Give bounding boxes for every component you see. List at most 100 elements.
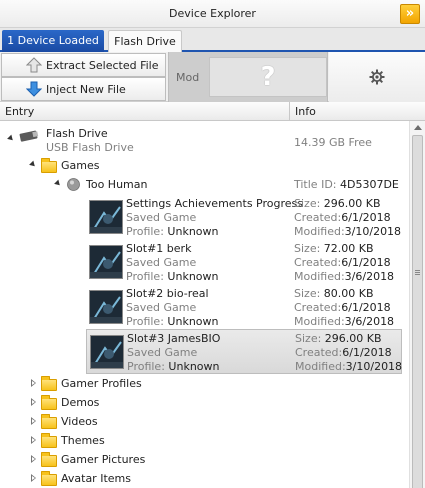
vertical-scrollbar[interactable]: [409, 121, 425, 488]
tree-node-game[interactable]: Too Human Title ID: 4D5307DE: [0, 175, 409, 194]
extract-label: Extract Selected File: [46, 59, 159, 72]
grip-line: [415, 274, 420, 275]
modified-label: Modified:: [294, 270, 345, 283]
folder-label: Gamer Profiles: [61, 377, 142, 390]
save-item[interactable]: Settings Achievements Progress Saved Gam…: [86, 195, 402, 240]
save-name: Slot#1 berk: [126, 242, 192, 255]
extract-selected-file-button[interactable]: Extract Selected File: [1, 53, 166, 77]
save-thumbnail: [89, 290, 123, 324]
usb-drive-icon: [19, 130, 39, 142]
inject-new-file-button[interactable]: Inject New File: [1, 77, 166, 101]
tree-node-themes[interactable]: Themes: [0, 431, 409, 450]
save-item[interactable]: Slot#1 berk Saved Game Profile: Unknown …: [86, 240, 402, 285]
save-item-selected[interactable]: Slot#3 JamesBIO Saved Game Profile: Unkn…: [86, 329, 402, 374]
tree-node-device[interactable]: Flash Drive USB Flash Drive 14.39 GB Fre…: [0, 124, 409, 156]
save-name: Slot#3 JamesBIO: [127, 332, 221, 345]
settings-button[interactable]: [329, 52, 425, 102]
modified-label: Modified:: [294, 315, 345, 328]
expander-closed-icon[interactable]: [31, 455, 36, 463]
mod-panel: Mod ?: [168, 52, 328, 102]
mod-image-placeholder[interactable]: ?: [209, 57, 327, 97]
tree-node-avatar-items[interactable]: Avatar Items: [0, 469, 409, 488]
profile-value: Unknown: [167, 225, 219, 238]
save-type: Saved Game: [127, 346, 198, 359]
expander-open-icon[interactable]: [54, 179, 62, 188]
folder-label: Videos: [61, 415, 98, 428]
expander-closed-icon[interactable]: [31, 474, 36, 482]
size-label: Size:: [294, 242, 321, 255]
tab-strip: 1 Device Loaded Flash Drive: [0, 28, 425, 52]
size-value: 80.00 KB: [323, 287, 374, 300]
modified-label: Modified:: [295, 360, 346, 373]
folder-icon: [41, 452, 57, 467]
size-value: 296.00 KB: [323, 197, 381, 210]
device-name: Flash Drive: [46, 127, 108, 140]
folder-label: Gamer Pictures: [61, 453, 146, 466]
expander-closed-icon[interactable]: [31, 398, 36, 406]
folder-icon: [41, 414, 57, 429]
grip-line: [415, 270, 420, 271]
scroll-up-arrow-icon[interactable]: [414, 125, 422, 130]
folder-label: Demos: [61, 396, 100, 409]
profile-label: Profile:: [126, 225, 164, 238]
inject-label: Inject New File: [46, 83, 126, 96]
save-type: Saved Game: [126, 211, 197, 224]
size-label: Size:: [295, 332, 322, 345]
column-headers: Entry Info: [0, 102, 425, 121]
size-label: Size:: [294, 287, 321, 300]
expander-open-icon[interactable]: [29, 160, 37, 169]
profile-label: Profile:: [126, 270, 164, 283]
save-name: Settings Achievements Progress: [126, 197, 304, 210]
tree-node-games[interactable]: Games: [0, 156, 409, 175]
save-thumbnail: [89, 245, 123, 279]
tree-node-demos[interactable]: Demos: [0, 393, 409, 412]
modified-value: 3/10/2018: [345, 360, 403, 373]
file-tree: Flash Drive USB Flash Drive 14.39 GB Fre…: [0, 121, 409, 488]
created-label: Created:: [295, 346, 343, 359]
tab-flash-drive[interactable]: Flash Drive: [108, 30, 182, 52]
scrollbar-thumb[interactable]: [412, 135, 423, 488]
tree-node-videos[interactable]: Videos: [0, 412, 409, 431]
created-value: 6/1/2018: [341, 301, 391, 314]
save-type: Saved Game: [126, 301, 197, 314]
modified-label: Modified:: [294, 225, 345, 238]
mod-label: Mod: [176, 71, 200, 84]
arrow-down-icon: [26, 81, 42, 97]
collapse-button[interactable]: »: [400, 4, 420, 24]
folder-label: Games: [61, 159, 100, 172]
expander-closed-icon[interactable]: [31, 417, 36, 425]
game-disc-icon: [67, 178, 80, 191]
device-free-space: 14.39 GB Free: [294, 136, 372, 149]
title-bar: Device Explorer »: [0, 0, 425, 28]
created-value: 6/1/2018: [342, 346, 392, 359]
created-value: 6/1/2018: [341, 256, 391, 269]
created-label: Created:: [294, 256, 342, 269]
expander-closed-icon[interactable]: [31, 436, 36, 444]
modified-value: 3/10/2018: [344, 225, 402, 238]
profile-value: Unknown: [167, 270, 219, 283]
created-label: Created:: [294, 211, 342, 224]
game-title-id: Title ID: 4D5307DE: [294, 178, 399, 191]
tree-node-gamer-profiles[interactable]: Gamer Profiles: [0, 374, 409, 393]
tab-devices-loaded[interactable]: 1 Device Loaded: [2, 30, 104, 52]
folder-icon: [41, 433, 57, 448]
profile-value: Unknown: [167, 315, 219, 328]
expander-open-icon[interactable]: [7, 134, 15, 143]
grip-line: [415, 272, 420, 273]
modified-value: 3/6/2018: [344, 315, 395, 328]
folder-icon: [41, 395, 57, 410]
size-label: Size:: [294, 197, 321, 210]
save-type: Saved Game: [126, 256, 197, 269]
size-value: 72.00 KB: [323, 242, 374, 255]
folder-icon: [41, 471, 57, 486]
column-header-info[interactable]: Info: [295, 105, 316, 118]
expander-closed-icon[interactable]: [31, 379, 36, 387]
window-title: Device Explorer: [169, 7, 256, 20]
device-subtitle: USB Flash Drive: [46, 141, 134, 154]
created-value: 6/1/2018: [341, 211, 391, 224]
tree-node-gamer-pictures[interactable]: Gamer Pictures: [0, 450, 409, 469]
created-label: Created:: [294, 301, 342, 314]
save-item[interactable]: Slot#2 bio-real Saved Game Profile: Unkn…: [86, 285, 402, 330]
column-divider[interactable]: [289, 102, 290, 121]
column-header-entry[interactable]: Entry: [5, 105, 34, 118]
